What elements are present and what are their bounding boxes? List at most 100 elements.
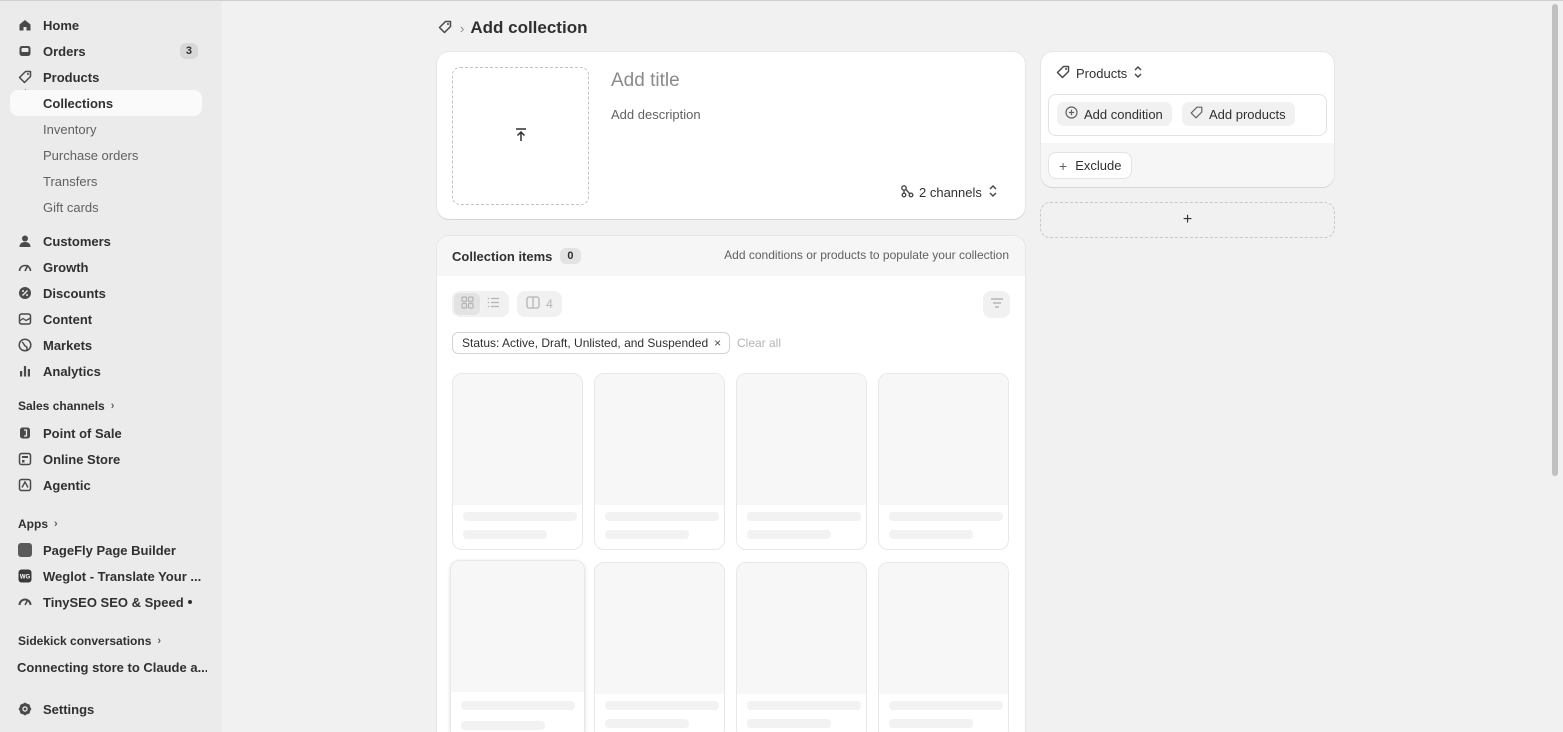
tinyseo-app-icon <box>16 593 34 611</box>
breadcrumb-separator: › <box>460 20 465 36</box>
tag-icon[interactable] <box>438 20 452 37</box>
plus-circle-icon <box>1065 106 1078 122</box>
sidebar-item-tinyseo[interactable]: TinySEO SEO & Speed <box>10 589 202 615</box>
sidebar-item-purchase-orders[interactable]: Purchase orders <box>43 144 138 166</box>
sidebar-item-label: Markets <box>43 337 93 353</box>
status-filter-label: Status: Active, Draft, Unlisted, and Sus… <box>462 336 709 350</box>
sidebar-item-home[interactable]: Home <box>10 12 202 38</box>
chevron-up-down-icon <box>988 184 998 201</box>
sidebar-item-label: Online Store <box>43 451 121 467</box>
product-skeleton-card <box>736 373 867 550</box>
page-scrollbar[interactable] <box>1552 4 1558 476</box>
tag-icon <box>1056 65 1070 82</box>
chevron-right-icon: › <box>110 400 115 412</box>
store-icon <box>16 450 34 468</box>
sidebar-item-online-store[interactable]: Online Store <box>10 446 202 472</box>
content-icon <box>16 310 34 328</box>
sidebar-item-settings[interactable]: Settings <box>10 696 202 722</box>
collection-items-title: Collection items 0 <box>452 246 581 266</box>
sidebar-item-customers[interactable]: Customers <box>10 228 202 254</box>
plus-icon: + <box>1059 157 1068 174</box>
add-products-button[interactable]: Add products <box>1182 102 1295 126</box>
product-skeleton-card <box>594 562 725 732</box>
columns-button[interactable]: 4 <box>517 291 562 317</box>
sidebar: Home Orders 3 Products Collections Inven… <box>0 0 222 732</box>
sidebar-item-growth[interactable]: Growth <box>10 254 202 280</box>
sidebar-item-orders[interactable]: Orders 3 <box>10 38 202 64</box>
sidebar-item-label: Weglot - Translate Your ... <box>43 568 202 584</box>
plus-icon: + <box>1182 211 1193 228</box>
sidebar-item-label: Point of Sale <box>43 425 122 441</box>
gauge-icon <box>16 258 34 276</box>
breadcrumb: › Add collection <box>438 16 587 40</box>
description-input[interactable]: Add description <box>611 107 701 122</box>
sidebar-item-label: Orders <box>43 43 86 59</box>
chevron-right-icon: › <box>157 635 162 647</box>
list-icon <box>487 296 500 312</box>
home-icon <box>16 16 34 34</box>
sidekick-conversation-item[interactable]: Connecting store to Claude a... <box>17 657 207 677</box>
sidebar-item-products[interactable]: Products <box>10 64 202 90</box>
sidebar-item-label: Content <box>43 311 93 327</box>
product-skeleton-card <box>450 560 585 732</box>
sidebar-item-label: Products <box>43 69 100 85</box>
sales-channels-header[interactable]: Sales channels › <box>18 396 114 416</box>
sidebar-item-label: PageFly Page Builder <box>43 542 176 558</box>
sidebar-item-agentic[interactable]: Agentic <box>10 472 202 498</box>
add-products-label: Add products <box>1209 106 1286 122</box>
sidebar-item-markets[interactable]: Markets <box>10 332 202 358</box>
sidebar-item-inventory[interactable]: Inventory <box>43 118 96 140</box>
rule-type-selector[interactable]: Products <box>1056 62 1143 84</box>
filter-sort-button[interactable] <box>983 291 1010 318</box>
sidekick-conversations-header[interactable]: Sidekick conversations › <box>18 631 161 651</box>
sidebar-item-label: Analytics <box>43 363 101 379</box>
product-skeleton-card <box>878 562 1009 732</box>
sidebar-item-point-of-sale[interactable]: Point of Sale <box>10 420 202 446</box>
sidebar-item-discounts[interactable]: Discounts <box>10 280 202 306</box>
section-label: Sales channels <box>18 399 105 413</box>
sidebar-item-label: Customers <box>43 233 111 249</box>
sidebar-item-pagefly[interactable]: PageFly Page Builder <box>10 537 202 563</box>
image-upload-dropzone[interactable] <box>452 67 589 205</box>
product-skeleton-card <box>452 373 583 550</box>
add-condition-label: Add condition <box>1084 106 1163 122</box>
list-view-button[interactable] <box>480 293 506 315</box>
status-filter-chip[interactable]: Status: Active, Draft, Unlisted, and Sus… <box>452 332 731 354</box>
sidebar-item-label: TinySEO SEO & Speed <box>43 594 184 610</box>
channels-selector[interactable]: 2 channels <box>900 182 998 202</box>
sidebar-item-collections[interactable]: Collections <box>10 90 202 116</box>
grid-view-button[interactable] <box>454 293 480 315</box>
clear-all-link[interactable]: Clear all <box>737 336 781 350</box>
sidebar-item-label: Agentic <box>43 477 91 493</box>
items-count-badge: 0 <box>560 248 581 264</box>
globe-icon <box>16 336 34 354</box>
exclude-button[interactable]: + Exclude <box>1048 152 1133 179</box>
weglot-app-icon: WG <box>16 567 34 585</box>
gear-icon <box>16 700 34 718</box>
orders-count-badge: 3 <box>179 43 198 59</box>
channels-icon <box>900 184 914 201</box>
sidebar-item-weglot[interactable]: WG Weglot - Translate Your ... <box>10 563 202 589</box>
collection-items-hint: Add conditions or products to populate y… <box>724 248 1009 262</box>
product-skeleton-card <box>736 562 867 732</box>
window-top-border <box>0 0 1563 1</box>
sidebar-item-content[interactable]: Content <box>10 306 202 332</box>
tag-plus-icon <box>1190 106 1203 122</box>
pagefly-app-icon <box>16 541 34 559</box>
add-condition-button[interactable]: Add condition <box>1057 102 1172 126</box>
page-title: Add collection <box>470 18 588 37</box>
person-icon <box>16 232 34 250</box>
exclude-label: Exclude <box>1075 158 1122 173</box>
tag-icon <box>16 68 34 86</box>
close-icon[interactable]: × <box>714 336 721 350</box>
sidebar-item-transfers[interactable]: Transfers <box>43 170 97 192</box>
apps-header[interactable]: Apps › <box>18 514 58 534</box>
sidebar-item-analytics[interactable]: Analytics <box>10 358 202 384</box>
filter-lines-icon <box>990 297 1004 312</box>
sidebar-item-gift-cards[interactable]: Gift cards <box>43 196 99 218</box>
discount-icon <box>16 284 34 302</box>
add-rule-button[interactable]: + <box>1040 202 1335 238</box>
chevron-up-down-icon <box>1133 65 1143 82</box>
title-input[interactable]: Add title <box>611 70 680 92</box>
chevron-right-icon: › <box>54 518 58 530</box>
